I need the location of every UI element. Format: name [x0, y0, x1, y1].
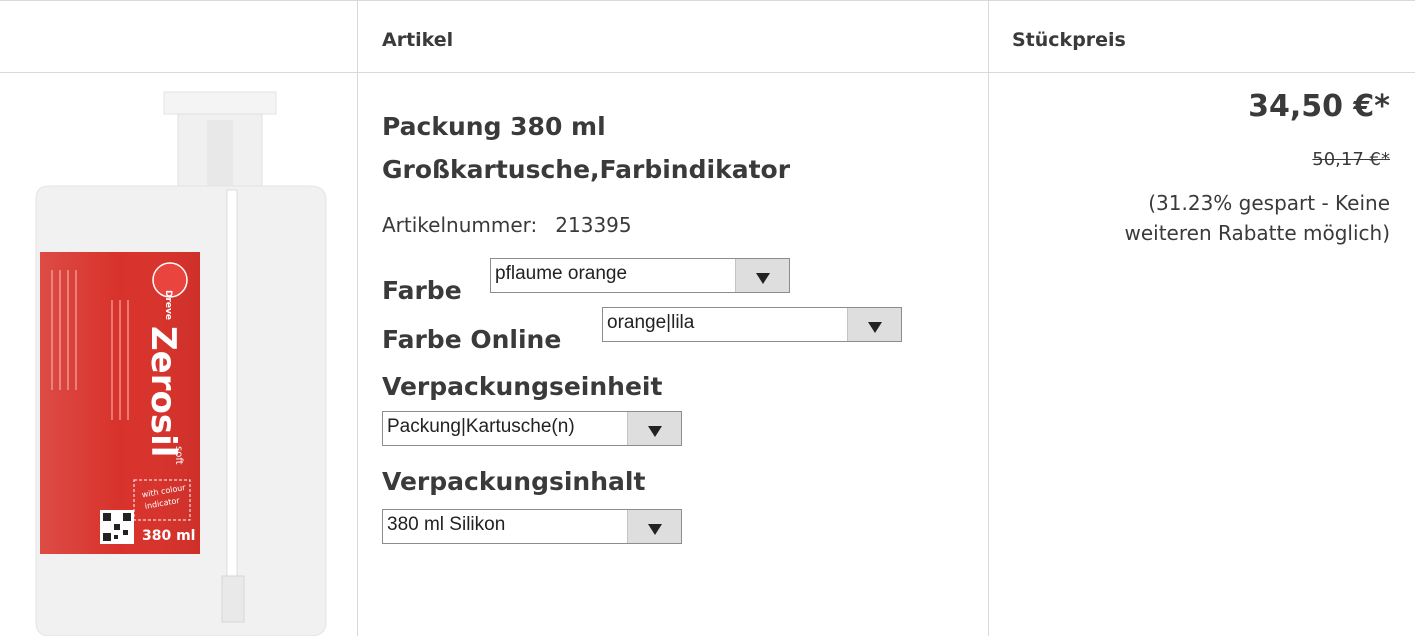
article-number-value: 213395 [555, 213, 632, 237]
product-image[interactable]: Dreve Zerosil soft with colour indicator… [14, 90, 340, 636]
saving-note-line2: weiteren Rabatte möglich) [1124, 221, 1391, 245]
farbe-select-value: pflaume orange [495, 263, 628, 284]
saving-note-line1: (31.23% gespart - Keine [1148, 191, 1390, 215]
product-title-line1[interactable]: Packung 380 ml [382, 112, 606, 141]
cart-table: Artikel Stückpreis Dreve Zerosil soft wi… [0, 0, 1415, 636]
farbe-online-select[interactable]: orange|lila [602, 307, 902, 342]
article-number-row: Artikelnummer: 213395 [382, 213, 632, 237]
chevron-down-icon[interactable] [627, 412, 681, 445]
verpackungsinhalt-select-value: 380 ml Silikon [387, 514, 506, 535]
option-label-verpackungsinhalt: Verpackungsinhalt [382, 467, 646, 496]
unit-price: 34,50 €* [1248, 89, 1390, 124]
label-volume: 380 ml [142, 528, 195, 544]
column-divider-2 [988, 0, 989, 636]
farbe-select[interactable]: pflaume orange [490, 258, 790, 293]
verpackungseinheit-select-value: Packung|Kartusche(n) [387, 416, 575, 437]
chevron-down-icon[interactable] [627, 510, 681, 543]
chevron-down-icon[interactable] [847, 308, 901, 341]
saving-note: (31.23% gespart - Keine weiteren Rabatte… [1070, 188, 1391, 248]
label-brand-text: Dreve [163, 290, 173, 320]
chevron-down-icon[interactable] [735, 259, 789, 292]
option-label-farbe-online: Farbe Online [382, 325, 562, 354]
article-number-label: Artikelnummer: [382, 213, 538, 237]
verpackungseinheit-select[interactable]: Packung|Kartusche(n) [382, 411, 682, 446]
product-title-line2[interactable]: Großkartusche,Farbindikator [382, 155, 790, 184]
option-label-farbe: Farbe [382, 276, 462, 305]
table-top-border [0, 0, 1415, 1]
header-divider [0, 72, 1415, 73]
farbe-online-select-value: orange|lila [607, 312, 695, 333]
label-variant: soft [173, 446, 184, 465]
label-product-name: Zerosil [143, 326, 183, 457]
verpackungsinhalt-select[interactable]: 380 ml Silikon [382, 509, 682, 544]
column-header-unit-price: Stückpreis [1012, 29, 1126, 51]
column-header-article: Artikel [382, 29, 454, 51]
column-divider-1 [357, 0, 358, 636]
option-label-verpackungseinheit: Verpackungseinheit [382, 372, 663, 401]
old-price: 50,17 €* [1312, 149, 1390, 170]
